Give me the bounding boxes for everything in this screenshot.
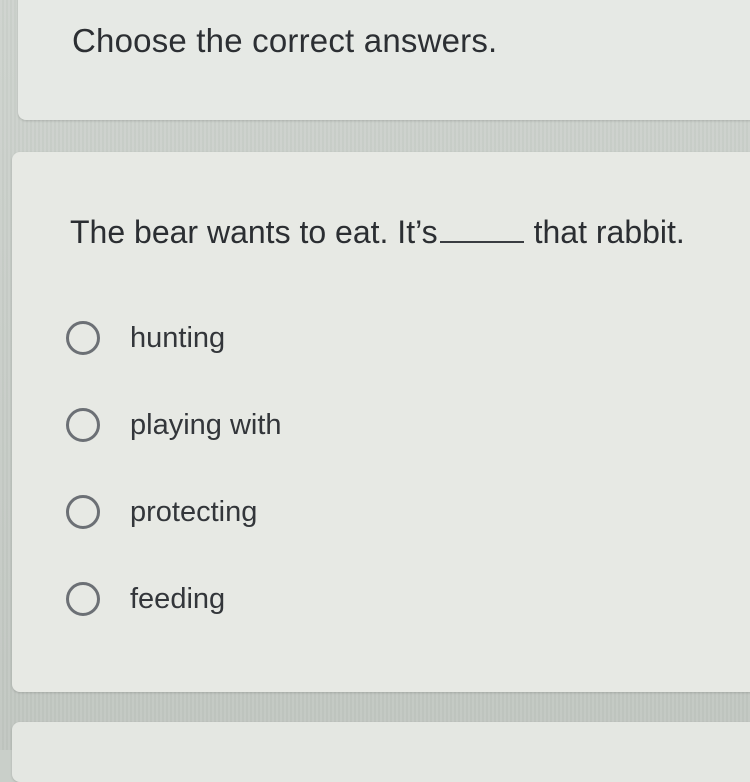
option-label: hunting xyxy=(130,321,226,354)
radio-button[interactable] xyxy=(66,321,100,355)
radio-button[interactable] xyxy=(66,408,100,442)
radio-button[interactable] xyxy=(66,582,100,616)
option-protecting[interactable]: protecting xyxy=(66,490,257,534)
answer-options: hunting playing with protecting feeding xyxy=(0,0,750,750)
option-feeding[interactable]: feeding xyxy=(66,577,225,621)
option-label: playing with xyxy=(130,408,282,441)
option-playing-with[interactable]: playing with xyxy=(66,403,282,447)
option-label: feeding xyxy=(130,582,226,615)
radio-button[interactable] xyxy=(66,495,100,529)
option-label: protecting xyxy=(130,495,258,528)
option-hunting[interactable]: hunting xyxy=(66,316,225,360)
